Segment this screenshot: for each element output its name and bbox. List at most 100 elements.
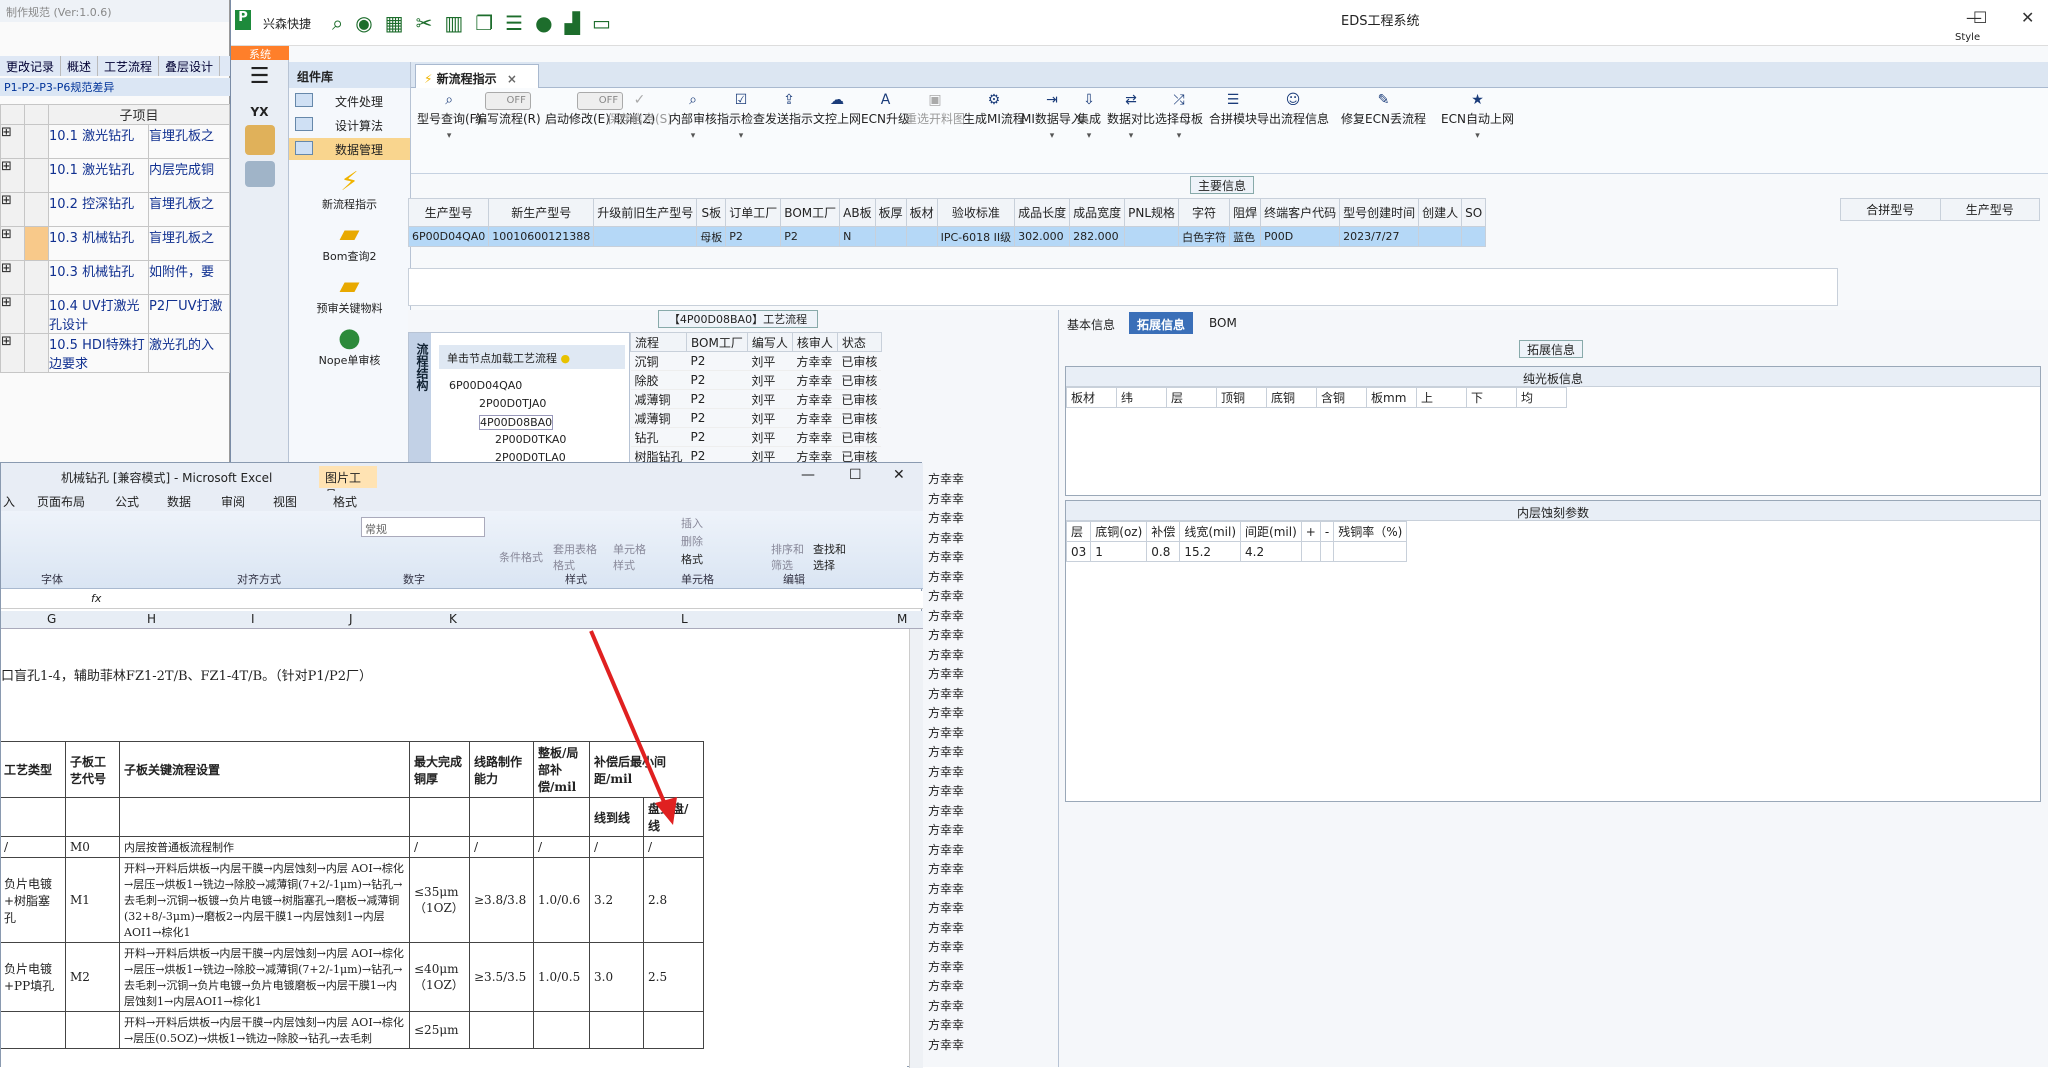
write-flow-toggle[interactable]: OFF 编写流程(R) — [475, 92, 541, 127]
sheet-header[interactable]: 子板工艺代号 — [65, 741, 120, 798]
picture-tools-tab[interactable]: 图片工具 — [319, 466, 377, 502]
etch-cell[interactable] — [1300, 541, 1321, 562]
main-col-header[interactable]: 终端客户代码 — [1260, 198, 1341, 227]
select-mother-button[interactable]: ⤮ 选择母板 ▾ — [1155, 92, 1203, 141]
close-icon[interactable]: ✕ — [2021, 8, 2034, 27]
sheet-cell[interactable]: 2.8 — [643, 857, 704, 943]
sheet-cell[interactable]: 开料→开料后烘板→内层干膜→内层蚀刻→内层 AOI→棕化→层压→烘板1→铣边→除… — [119, 857, 410, 943]
etch-col-header[interactable]: + — [1300, 521, 1321, 542]
main-col-header[interactable]: 板厚 — [874, 198, 907, 227]
main-cell[interactable]: IPC-6018 II级 — [936, 226, 1016, 247]
user-icon[interactable]: ● — [535, 13, 552, 33]
nope-review-item[interactable]: ● Nope单审核 — [289, 324, 410, 368]
core-col-header[interactable]: 均 — [1516, 387, 1567, 408]
tab-insert[interactable]: 入 — [3, 493, 15, 510]
main-col-header[interactable]: 新生产型号 — [488, 198, 595, 227]
component-data[interactable]: 数据管理 — [289, 138, 410, 160]
sheet-cell[interactable]: M1 — [65, 857, 120, 943]
chart-icon[interactable]: ▟ — [565, 13, 580, 33]
yx-module[interactable]: YX — [231, 105, 288, 119]
sheet-cell[interactable]: M2 — [65, 942, 120, 1012]
sheet-cell[interactable]: ≤25μm — [409, 1011, 470, 1049]
main-cell[interactable] — [905, 226, 938, 247]
flow-row[interactable]: 除胶 P2 刘平 方幸幸 已审核 — [630, 370, 882, 390]
etch-col-header[interactable]: 线宽(mil) — [1179, 521, 1242, 542]
main-col-header[interactable]: 验收标准 — [936, 198, 1016, 227]
maximize-icon[interactable]: ☐ — [1973, 8, 1987, 27]
close-icon[interactable]: ✕ — [893, 467, 905, 483]
flow-col-header[interactable]: 编写人 — [746, 332, 793, 352]
delete-button[interactable]: 删除 — [681, 533, 703, 549]
sheet-cell[interactable]: / — [643, 836, 704, 858]
row-name[interactable]: 10.2 控深钻孔 — [48, 192, 149, 227]
integrate-button[interactable]: ⇩ 集成 ▾ — [1077, 92, 1101, 141]
col-header[interactable]: L — [681, 612, 688, 626]
component-algo[interactable]: 设计算法 — [289, 114, 410, 136]
core-col-header[interactable]: 底铜 — [1266, 387, 1317, 408]
monitor-icon[interactable]: ▭ — [592, 13, 611, 33]
model-query-button[interactable]: ⌕ 型号查询(F) ▾ — [417, 92, 481, 141]
style-menu[interactable]: Style — [1955, 32, 1980, 43]
sheet-cell[interactable]: 内层按普通板流程制作 — [119, 836, 410, 858]
maximize-icon[interactable]: ☐ — [849, 467, 862, 483]
etch-col-header[interactable]: 底铜(oz) — [1090, 521, 1148, 542]
main-col-header[interactable]: S板 — [696, 198, 727, 227]
list-icon[interactable]: ☰ — [505, 13, 523, 33]
etch-col-header[interactable]: 层 — [1065, 521, 1092, 542]
copy-icon[interactable]: ❐ — [475, 13, 493, 33]
etch-cell[interactable]: 15.2 — [1179, 541, 1242, 562]
col-header[interactable]: G — [47, 612, 56, 626]
main-col-header[interactable]: 订单工厂 — [725, 198, 782, 227]
tab-view[interactable]: 视图 — [273, 493, 297, 510]
number-format-select[interactable]: 常规 — [361, 517, 485, 537]
sheet-cell[interactable]: 负片电镀+PP填孔 — [1, 942, 66, 1012]
tab-basic-info[interactable]: 基本信息 — [1059, 312, 1123, 334]
row-name[interactable]: 10.1 激光钻孔 — [48, 124, 149, 159]
sheet-header[interactable]: 子板关键流程设置 — [119, 741, 410, 798]
main-col-header[interactable]: SO — [1461, 198, 1487, 227]
etch-col-header[interactable]: 补偿 — [1146, 521, 1181, 542]
tree-node[interactable]: 6P00D04QA0 — [449, 379, 522, 392]
core-col-header[interactable]: 顶铜 — [1216, 387, 1267, 408]
sheet-cell[interactable]: / — [533, 836, 590, 858]
sheet-cell[interactable]: 开料→开料后烘板→内层干膜→内层蚀刻→内层 AOI→棕化→层压(0.5OZ)→烘… — [119, 1011, 410, 1049]
row-desc[interactable]: 盲埋孔板之 — [148, 192, 230, 227]
main-col-header[interactable]: 成品长度 — [1014, 198, 1071, 227]
row-desc[interactable]: 内层完成铜 — [148, 158, 230, 193]
main-col-header[interactable]: 板材 — [905, 198, 938, 227]
main-cell[interactable]: N — [839, 226, 876, 247]
etch-cell[interactable]: 0.8 — [1146, 541, 1181, 562]
main-cell[interactable]: 白色字符 — [1178, 226, 1231, 247]
tab-extended-info[interactable]: 拓展信息 — [1129, 312, 1194, 334]
check-instruction-button[interactable]: ☑ 指示检查 ▾ — [717, 92, 765, 141]
conditional-format-button[interactable]: 条件格式 — [499, 549, 543, 565]
factory-icon[interactable] — [244, 125, 275, 155]
sheet-cell[interactable]: 开料→开料后烘板→内层干膜→内层蚀刻→内层 AOI→棕化→层压→烘板1→铣边→除… — [119, 942, 410, 1012]
sheet-cell[interactable]: / — [589, 836, 644, 858]
row-desc[interactable]: 盲埋孔板之 — [148, 226, 230, 261]
sheet-cell[interactable]: ≤40μm（1OZ） — [409, 942, 470, 1012]
sheet-cell[interactable]: / — [1, 836, 66, 858]
etch-cell[interactable] — [1333, 541, 1408, 562]
scissors-icon[interactable]: ✂ — [416, 13, 433, 33]
main-col-header[interactable]: PNL规格 — [1124, 198, 1180, 227]
calculator-icon[interactable] — [244, 161, 275, 187]
tree-node[interactable]: 2P00D0TJA0 — [479, 397, 546, 410]
col-header[interactable]: H — [147, 612, 156, 626]
table-icon[interactable]: ▦ — [385, 13, 404, 33]
main-col-header[interactable]: 创建人 — [1418, 198, 1463, 227]
find-select-button[interactable]: 查找和选择 — [813, 541, 853, 573]
main-col-header[interactable]: 字符 — [1178, 198, 1231, 227]
menu-item[interactable]: 更改记录 — [0, 56, 62, 76]
component-file[interactable]: 文件处理 — [289, 90, 410, 112]
etch-col-header[interactable]: 间距(mil) — [1240, 521, 1302, 542]
core-col-header[interactable]: 纬 — [1116, 387, 1167, 408]
flow-row[interactable]: 钻孔 P2 刘平 方幸幸 已审核 — [630, 427, 882, 447]
sheet-cell[interactable]: 1.0/0.5 — [533, 942, 590, 1012]
main-cell[interactable] — [1461, 226, 1487, 247]
sheet-cell[interactable] — [533, 1011, 590, 1049]
tab-layout[interactable]: 页面布局 — [37, 493, 85, 510]
row-name[interactable]: 10.4 UV打激光孔设计 — [48, 294, 149, 334]
etch-cell[interactable]: 1 — [1090, 541, 1148, 562]
sheet-cell[interactable]: 3.2 — [589, 857, 644, 943]
